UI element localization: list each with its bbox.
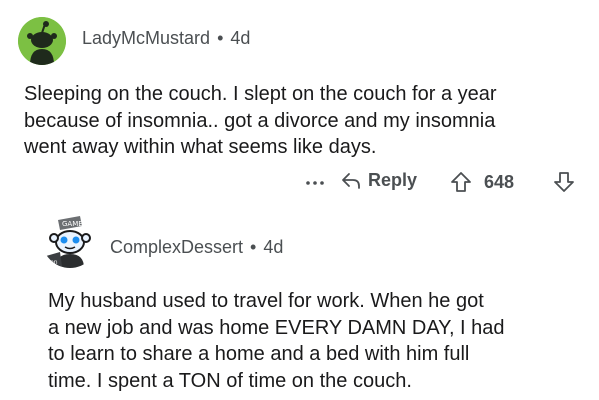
comment-actions: Reply 648 — [0, 168, 599, 198]
comment-age: 4d — [230, 28, 251, 48]
comment-meta: ComplexDessert • 4d — [110, 237, 283, 258]
comment-body-line: because of insomnia.. got a divorce and … — [24, 109, 496, 132]
reply-label: Reply — [368, 169, 418, 190]
reply-arrow-icon — [340, 169, 362, 191]
upvote-arrow-icon[interactable] — [449, 170, 473, 194]
comment-body-line: a new job and was home EVERY DAMN DAY, I… — [48, 316, 505, 339]
username[interactable]: ComplexDessert — [110, 237, 243, 257]
comment-body-line: went away within what seems like days. — [24, 136, 377, 158]
comment-meta: LadyMcMustard • 4d — [82, 28, 250, 49]
svg-text:nn: nn — [50, 259, 58, 266]
reply-button[interactable]: Reply — [340, 169, 417, 191]
comment-ladymcmustard: LadyMcMustard • 4d Sleeping on the couch. … — [0, 0, 599, 210]
downvote-arrow-icon[interactable] — [552, 170, 576, 194]
comment-body: Sleeping on the couch. I slept on the co… — [24, 81, 584, 161]
username[interactable]: LadyMcMustard — [82, 28, 210, 48]
ellipsis-icon[interactable] — [303, 168, 327, 194]
separator-dot: • — [250, 237, 257, 257]
comment-body-line: to learn to share a home and a bed with … — [48, 343, 470, 365]
snoo-costume-avatar-icon[interactable]: GAME nn — [42, 212, 98, 268]
comment-complexdessert: GAME nn ComplexDessert • 4d My husband use… — [0, 205, 599, 400]
snoo-avatar-icon[interactable] — [18, 17, 66, 65]
vote-score: 648 — [484, 172, 515, 192]
comment-body-line: My husband used to travel for work. When… — [48, 290, 484, 312]
comment-body-line: time. I spent a TON of time on the couch… — [48, 369, 412, 392]
comment-age: 4d — [263, 237, 284, 257]
svg-text:GAME: GAME — [62, 220, 83, 228]
comment-body-line: Sleeping on the couch. I slept on the co… — [24, 83, 497, 105]
comment-body: My husband used to travel for work. When… — [48, 288, 588, 394]
separator-dot: • — [217, 28, 224, 48]
